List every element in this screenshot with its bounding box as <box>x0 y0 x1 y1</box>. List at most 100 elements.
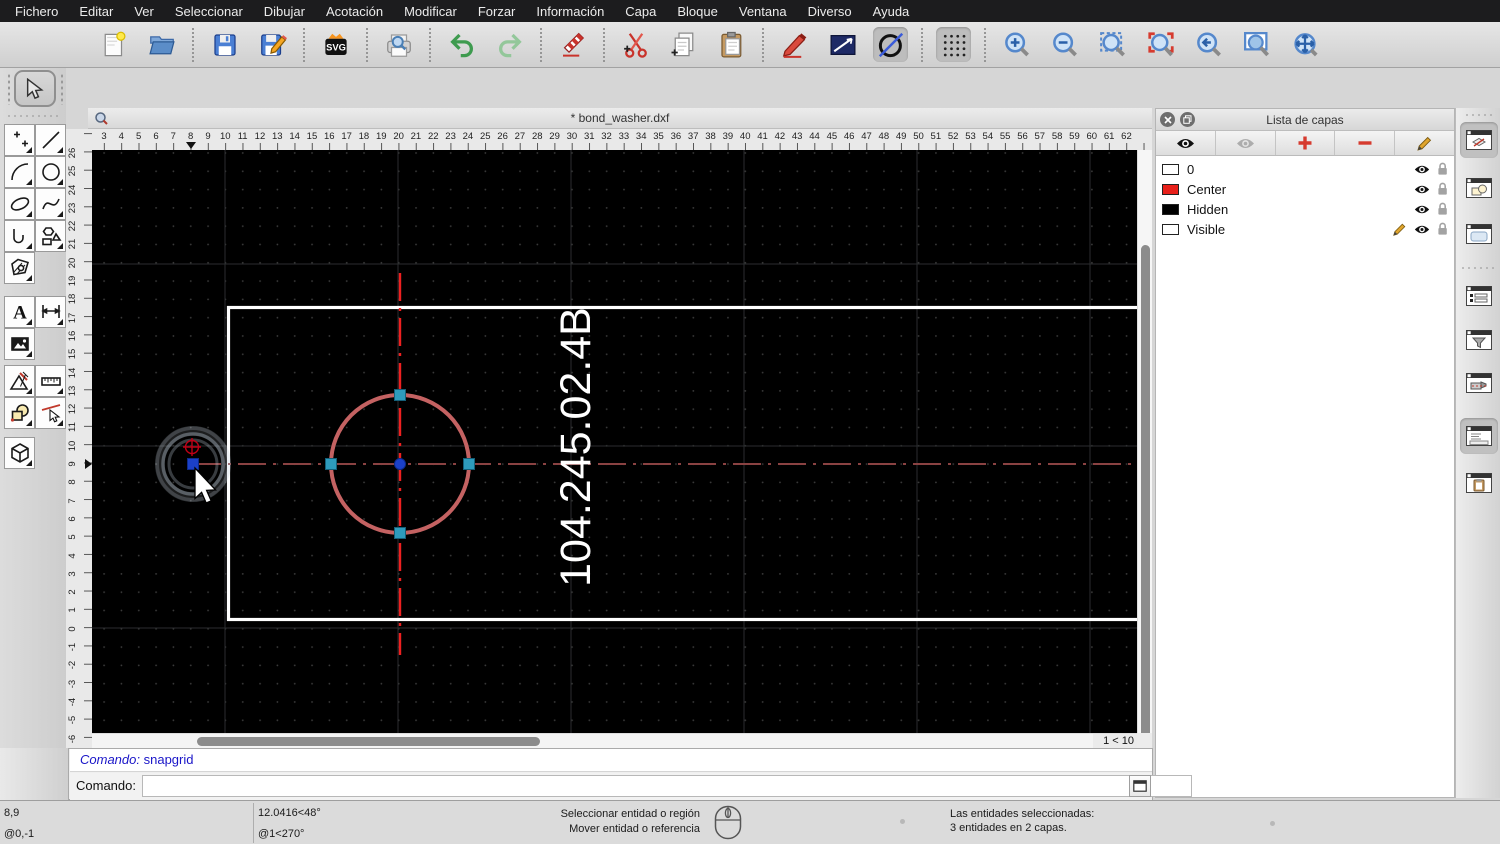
add-layer-button[interactable] <box>1276 131 1336 155</box>
zoom-auto-button[interactable] <box>1095 27 1130 62</box>
layer-visible-icon[interactable] <box>1414 224 1430 235</box>
float-panel-button[interactable] <box>1180 112 1195 127</box>
points-tool-button[interactable] <box>4 124 35 156</box>
zoom-previous-button[interactable] <box>1191 27 1226 62</box>
layer-visibility-toggle[interactable] <box>1414 164 1430 175</box>
drag-handle[interactable] <box>60 73 64 105</box>
menu-item-10[interactable]: Bloque <box>677 4 717 19</box>
layer-visible-icon[interactable] <box>1414 164 1430 175</box>
paste-button[interactable] <box>714 27 749 62</box>
layer-lock-icon[interactable] <box>1437 182 1448 196</box>
line-tool-button[interactable] <box>35 124 66 156</box>
document-titlebar[interactable]: * bond_washer.dxf <box>88 108 1152 129</box>
menu-item-13[interactable]: Ayuda <box>873 4 910 19</box>
image-tool-button[interactable] <box>4 328 35 360</box>
entity-list-dock-button[interactable] <box>1460 278 1498 314</box>
drag-handle[interactable] <box>1464 113 1494 117</box>
save-as-button[interactable] <box>255 27 290 62</box>
hatch-tool-button[interactable] <box>4 252 35 284</box>
menu-item-8[interactable]: Información <box>536 4 604 19</box>
layer-row-visible[interactable]: Visible <box>1156 219 1454 239</box>
menu-item-7[interactable]: Forzar <box>478 4 516 19</box>
zoom-redraw-button[interactable] <box>1143 27 1178 62</box>
menu-item-6[interactable]: Modificar <box>404 4 457 19</box>
undo-button[interactable] <box>444 27 479 62</box>
snap-grid-button[interactable] <box>936 27 971 62</box>
measure-tool-button[interactable] <box>35 365 66 397</box>
print-preview-button[interactable] <box>381 27 416 62</box>
delete-button[interactable] <box>555 27 590 62</box>
cut-button[interactable] <box>618 27 653 62</box>
cube-3d-tool-button[interactable] <box>4 437 35 469</box>
polygon-tool-button[interactable] <box>35 220 66 252</box>
layer-row-hidden[interactable]: Hidden <box>1156 199 1454 219</box>
circle-tool-button[interactable] <box>35 156 66 188</box>
polyline-tool-button[interactable] <box>4 220 35 252</box>
spline-tool-button[interactable] <box>35 188 66 220</box>
layer-visible-icon[interactable] <box>1414 184 1430 195</box>
toggle-construction-button[interactable] <box>873 27 908 62</box>
menu-item-2[interactable]: Ver <box>134 4 154 19</box>
layer-lock-toggle[interactable] <box>1437 222 1448 236</box>
menu-item-0[interactable]: Fichero <box>15 4 58 19</box>
text-tool-button[interactable]: A <box>4 296 35 328</box>
new-document-button[interactable] <box>96 27 131 62</box>
menu-item-4[interactable]: Dibujar <box>264 4 305 19</box>
layer-lock-icon[interactable] <box>1437 202 1448 216</box>
h-scroll-thumb[interactable] <box>197 737 540 746</box>
command-input[interactable] <box>142 775 1192 797</box>
copy-button[interactable] <box>666 27 701 62</box>
edit-layer-button[interactable] <box>1395 131 1454 155</box>
layer-lock-toggle[interactable] <box>1437 202 1448 216</box>
menu-item-1[interactable]: Editar <box>79 4 113 19</box>
zoom-pan-button[interactable] <box>1287 27 1322 62</box>
arc-tool-button[interactable] <box>4 156 35 188</box>
export-svg-button[interactable]: SVG <box>318 27 353 62</box>
menu-item-5[interactable]: Acotación <box>326 4 383 19</box>
layer-row-0[interactable]: 0 <box>1156 159 1454 179</box>
layer-visibility-toggle[interactable] <box>1414 184 1430 195</box>
vertical-scrollbar[interactable] <box>1137 150 1152 803</box>
layer-visible-icon[interactable] <box>1414 204 1430 215</box>
layer-lock-icon[interactable] <box>1437 222 1448 236</box>
layer-visibility-toggle[interactable] <box>1414 204 1430 215</box>
line-attributes-button[interactable] <box>825 27 860 62</box>
measurement-dock-button[interactable] <box>1460 365 1498 401</box>
edit-attributes-button[interactable] <box>777 27 812 62</box>
delete-selected-tool-button[interactable] <box>35 397 66 429</box>
layer-lock-toggle[interactable] <box>1437 162 1448 176</box>
menu-item-11[interactable]: Ventana <box>739 4 787 19</box>
command-options-button[interactable] <box>1129 775 1151 797</box>
ellipse-tool-button[interactable] <box>4 188 35 220</box>
zoom-window-button[interactable] <box>1239 27 1274 62</box>
layer-visibility-toggle[interactable] <box>1414 224 1430 235</box>
layer-row-center[interactable]: Center <box>1156 179 1454 199</box>
modify-tool-button[interactable] <box>4 365 35 397</box>
layer-lock-icon[interactable] <box>1437 162 1448 176</box>
zoom-out-button[interactable] <box>1047 27 1082 62</box>
layer-panel-titlebar[interactable]: Lista de capas <box>1156 109 1454 131</box>
open-file-button[interactable] <box>144 27 179 62</box>
close-panel-button[interactable] <box>1160 112 1175 127</box>
layers-dock-button[interactable] <box>1460 122 1498 158</box>
filter-dock-button[interactable] <box>1460 322 1498 358</box>
order-tool-button[interactable] <box>4 397 35 429</box>
save-button[interactable] <box>207 27 242 62</box>
remove-layer-button[interactable] <box>1335 131 1396 155</box>
drawing-canvas[interactable]: 104.245.02.4B <box>92 150 1171 733</box>
v-scroll-thumb[interactable] <box>1141 245 1150 803</box>
blocks-dock-button[interactable] <box>1460 170 1498 206</box>
zoom-in-button[interactable] <box>999 27 1034 62</box>
layer-lock-toggle[interactable] <box>1437 182 1448 196</box>
redo-button[interactable] <box>492 27 527 62</box>
select-tool-button[interactable] <box>14 70 56 107</box>
menu-item-9[interactable]: Capa <box>625 4 656 19</box>
clipboard-dock-button[interactable] <box>1460 465 1498 501</box>
menu-item-12[interactable]: Diverso <box>808 4 852 19</box>
command-dock-button[interactable] <box>1460 418 1498 454</box>
drag-handle[interactable] <box>7 73 11 105</box>
library-dock-button[interactable] <box>1460 216 1498 252</box>
horizontal-scrollbar[interactable]: 1 < 10 <box>92 733 1137 749</box>
hide-all-layers-button[interactable] <box>1216 131 1276 155</box>
dimension-tool-button[interactable] <box>35 296 66 328</box>
